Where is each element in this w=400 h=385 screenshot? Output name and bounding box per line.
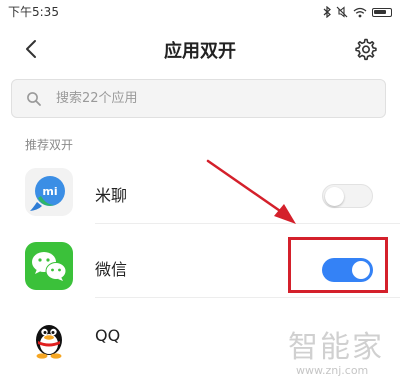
watermark-text: 智能家 [288, 330, 384, 365]
toggle-knob [325, 187, 344, 206]
battery-icon [372, 8, 392, 17]
wifi-icon [353, 3, 367, 22]
mute-icon [336, 3, 348, 22]
search-icon [26, 91, 42, 107]
settings-button[interactable] [353, 37, 377, 61]
section-label-recommended: 推荐双开 [25, 138, 74, 152]
status-bar: 下午5:35 [0, 0, 400, 22]
divider [95, 223, 400, 224]
wechat-app-icon [25, 242, 73, 290]
mi-talk-icon-label: mi [42, 185, 57, 198]
bluetooth-icon [323, 3, 331, 22]
app-name: 米聊 [95, 186, 128, 205]
annotation-highlight-box [288, 237, 388, 293]
gear-icon [355, 38, 377, 61]
app-name: QQ [95, 326, 121, 345]
dual-app-toggle-mitalk[interactable] [322, 184, 373, 208]
watermark: 智能家 www.znj.com [288, 322, 398, 382]
top-app-bar: 应用双开 [0, 24, 400, 74]
app-name: 微信 [95, 260, 128, 279]
divider [95, 297, 400, 298]
status-icons [323, 3, 392, 22]
status-time: 下午5:35 [8, 5, 59, 19]
qq-app-icon [25, 312, 73, 360]
mi-talk-app-icon: mi [25, 168, 73, 216]
search-input[interactable] [56, 80, 376, 117]
list-item-mitalk[interactable]: mi 米聊 [0, 160, 400, 224]
watermark-url: www.znj.com [296, 364, 369, 377]
search-box [11, 79, 386, 118]
page-title: 应用双开 [164, 41, 236, 62]
